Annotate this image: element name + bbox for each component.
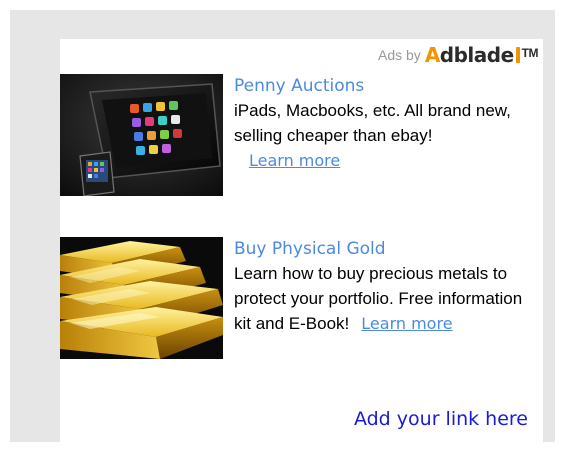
adblade-logo[interactable]: Adblade TM	[424, 43, 539, 67]
ad-title-link[interactable]: Penny Auctions	[234, 74, 539, 98]
ad-description: Learn how to buy precious metals to prot…	[234, 261, 539, 336]
gold-bars-illustration	[60, 237, 223, 359]
gold-bars-image[interactable]	[60, 237, 223, 359]
ad-description: iPads, Macbooks, etc. All brand new, sel…	[234, 101, 511, 145]
ad-panel: Ads by Adblade TM Penny Auctions iPads, …	[60, 39, 543, 443]
logo-letter-a: A	[424, 43, 440, 67]
add-your-link-button[interactable]: Add your link here	[354, 407, 528, 431]
tablet-illustration	[60, 74, 223, 196]
ad-body: Penny Auctions iPads, Macbooks, etc. All…	[234, 74, 539, 172]
learn-more-link[interactable]: Learn more	[361, 314, 452, 333]
ads-by-attribution[interactable]: Ads by Adblade TM	[378, 43, 539, 67]
tablet-and-phone-image[interactable]	[60, 74, 223, 196]
ad-widget-frame: Ads by Adblade TM Penny Auctions iPads, …	[10, 10, 555, 443]
logo-bar-mark	[515, 47, 520, 63]
trademark-symbol: TM	[521, 46, 539, 60]
learn-more-link[interactable]: Learn more	[249, 150, 539, 172]
logo-wordmark: dblade	[439, 43, 514, 67]
ad-body: Buy Physical Gold Learn how to buy preci…	[234, 237, 539, 336]
ads-by-label: Ads by	[378, 47, 421, 63]
ad-title-link[interactable]: Buy Physical Gold	[234, 237, 539, 261]
